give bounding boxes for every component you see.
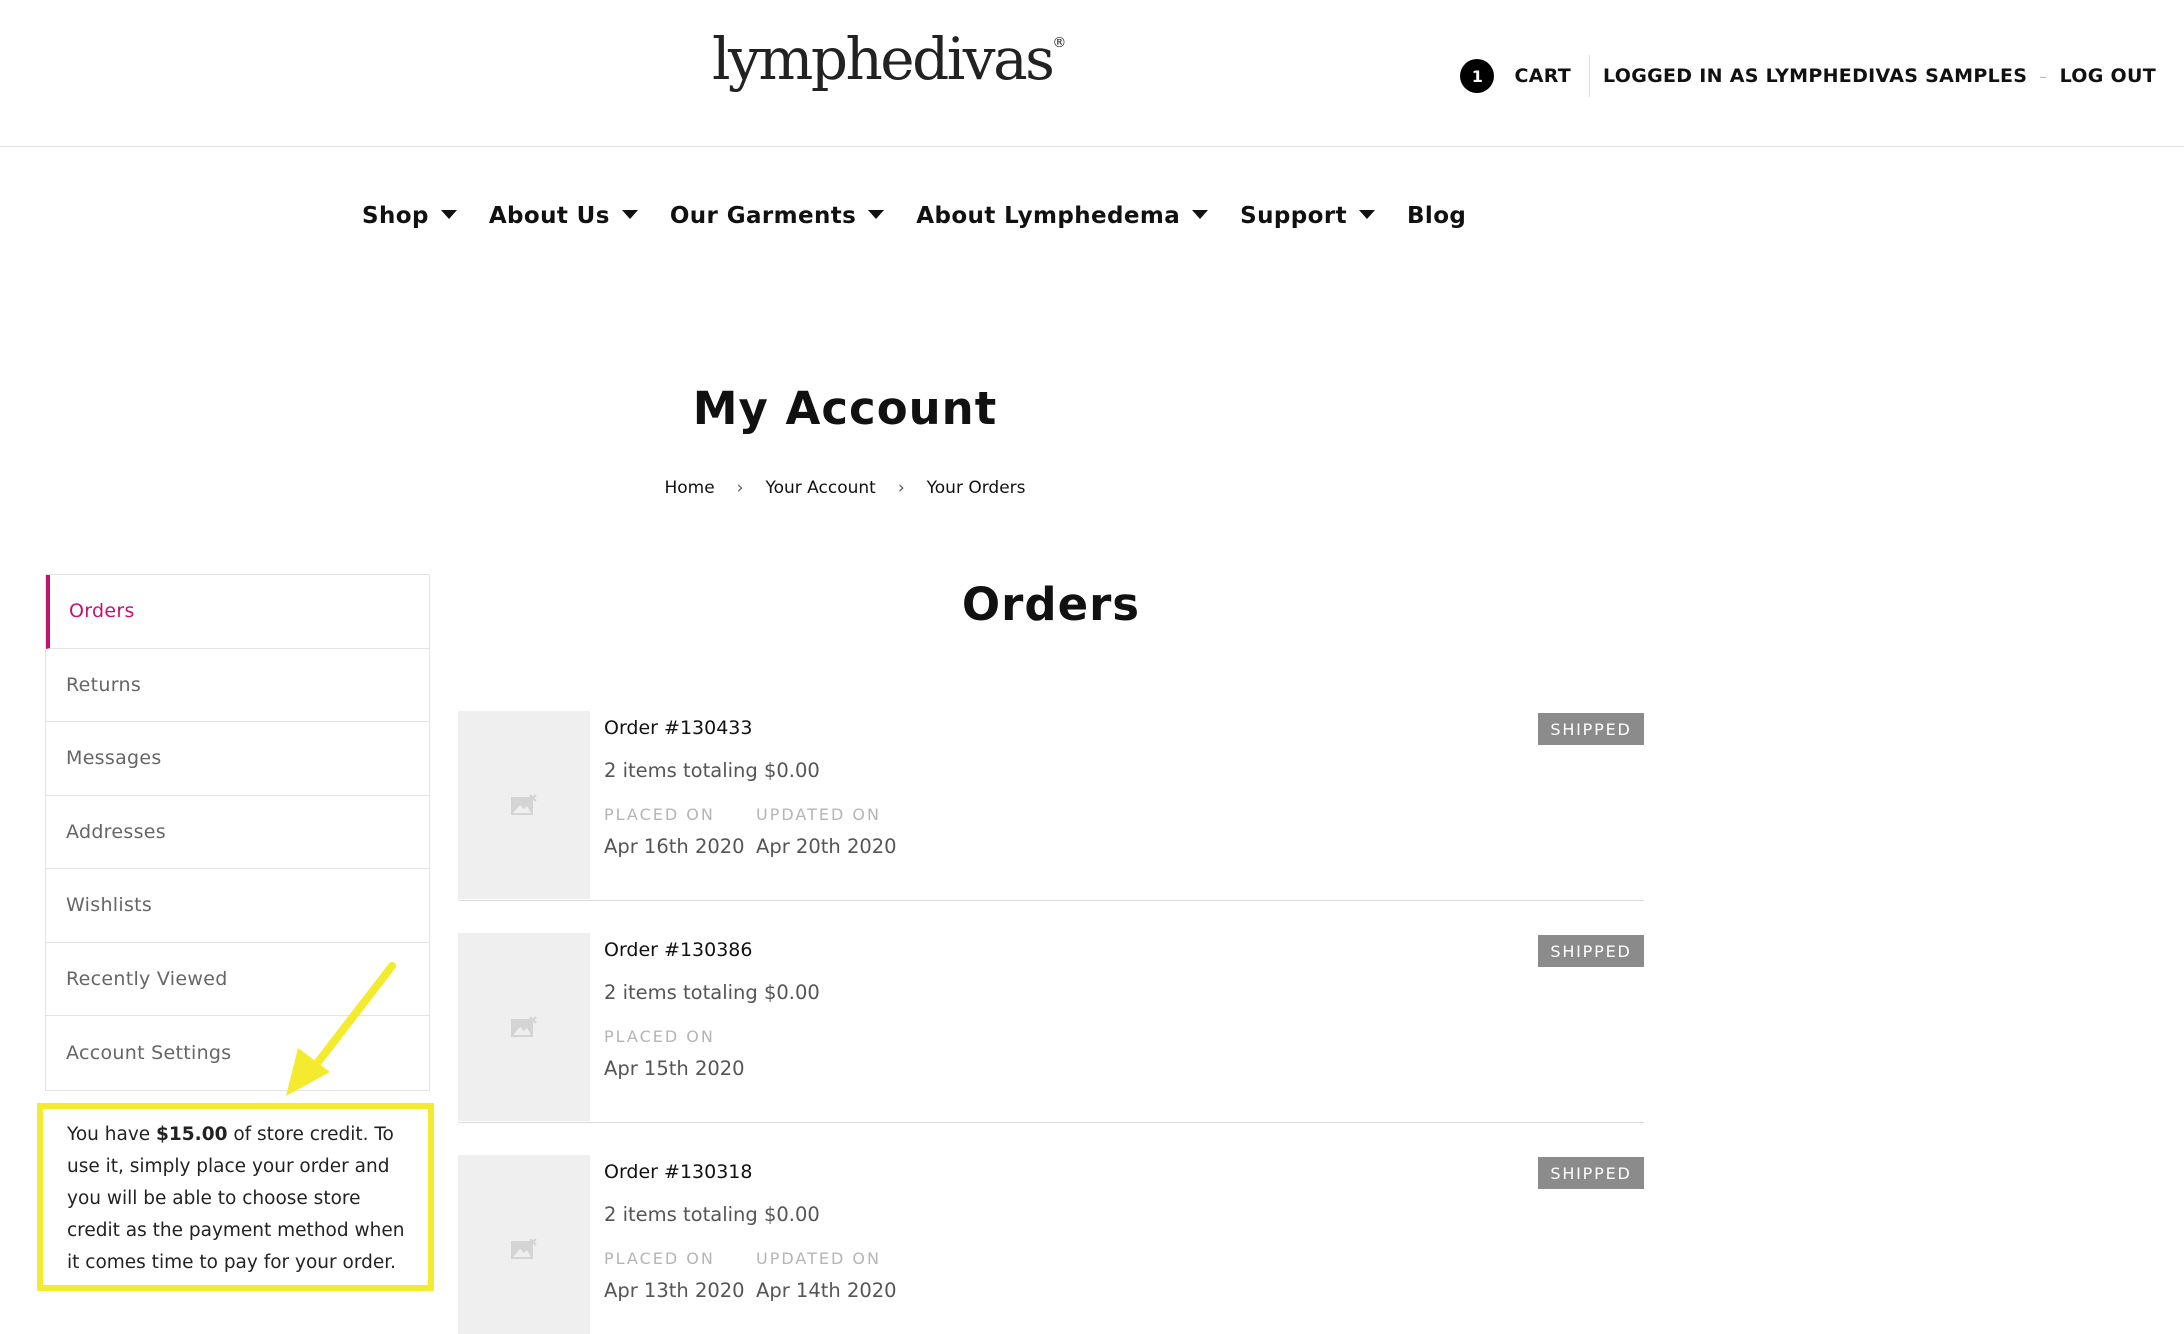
image-placeholder-icon [458, 933, 590, 1121]
logo-text: lymphedivas [712, 25, 1055, 93]
sidebar-item-returns[interactable]: Returns [46, 649, 429, 722]
main-nav: Shop About Us Our Garments About Lymphed… [362, 203, 1498, 229]
credit-text-after: of store credit. To use it, simply place… [67, 1124, 405, 1273]
account-bar: 1 CART LOGGED IN AS LYMPHEDIVAS SAMPLES … [1460, 55, 2156, 97]
nav-label: Shop [362, 203, 429, 229]
cart-count-badge[interactable]: 1 [1460, 59, 1495, 93]
order-card[interactable]: Order #130318 2 items totaling $0.00 PLA… [458, 1155, 1644, 1334]
updated-label: UPDATED ON [756, 1249, 881, 1268]
credit-text-before: You have [67, 1124, 157, 1145]
sidebar-item-addresses[interactable]: Addresses [46, 796, 429, 869]
breadcrumb-your-account[interactable]: Your Account [765, 478, 875, 498]
cart-link[interactable]: CART [1514, 65, 1571, 87]
sidebar-item-wishlists[interactable]: Wishlists [46, 869, 429, 943]
store-credit-notice: You have $15.00 of store credit. To use … [37, 1103, 434, 1291]
nav-label: Blog [1406, 203, 1467, 229]
status-badge: SHIPPED [1538, 935, 1644, 967]
chevron-right-icon: › [897, 478, 905, 498]
status-badge: SHIPPED [1538, 1157, 1644, 1189]
order-number[interactable]: Order #130318 [604, 1161, 752, 1183]
order-card[interactable]: Order #130433 2 items totaling $0.00 PLA… [458, 711, 1644, 901]
nav-item-about-lymphedema[interactable]: About Lymphedema [916, 203, 1209, 229]
nav-item-shop[interactable]: Shop [362, 203, 457, 229]
caret-down-icon [1358, 210, 1375, 219]
nav-item-support[interactable]: Support [1240, 203, 1375, 229]
placed-date: Apr 16th 2020 [604, 835, 745, 858]
nav-item-our-garments[interactable]: Our Garments [669, 203, 885, 229]
breadcrumb: Home › Your Account › Your Orders [0, 478, 1690, 498]
account-link[interactable]: LOGGED IN AS LYMPHEDIVAS SAMPLES [1603, 65, 2027, 87]
status-badge: SHIPPED [1538, 713, 1644, 745]
nav-label: Our Garments [669, 203, 857, 229]
page-title: My Account [692, 382, 998, 435]
order-summary: 2 items totaling $0.00 [604, 759, 820, 782]
caret-down-icon [440, 210, 457, 219]
divider [1589, 55, 1591, 97]
order-card[interactable]: Order #130386 2 items totaling $0.00 PLA… [458, 933, 1644, 1123]
order-summary: 2 items totaling $0.00 [604, 1203, 820, 1226]
nav-label: Support [1240, 203, 1347, 229]
image-placeholder-icon [458, 1155, 590, 1334]
updated-date: Apr 20th 2020 [756, 835, 897, 858]
caret-down-icon [621, 210, 638, 219]
sidebar-item-messages[interactable]: Messages [46, 722, 429, 796]
nav-item-about-us[interactable]: About Us [489, 203, 638, 229]
updated-date: Apr 14th 2020 [756, 1279, 897, 1302]
placed-label: PLACED ON [604, 1249, 715, 1268]
credit-amount: $15.00 [156, 1124, 228, 1145]
yellow-arrow-icon [286, 962, 396, 1096]
order-number[interactable]: Order #130433 [604, 717, 752, 739]
logo-registered-mark: ® [1052, 35, 1067, 51]
caret-down-icon [868, 210, 885, 219]
order-summary: 2 items totaling $0.00 [604, 981, 820, 1004]
breadcrumb-your-orders: Your Orders [926, 478, 1026, 498]
nav-label: About Us [488, 203, 610, 229]
placed-label: PLACED ON [604, 1027, 715, 1046]
updated-label: UPDATED ON [756, 805, 881, 824]
site-logo[interactable]: lymphedivas® [712, 30, 1066, 88]
separator: – [2039, 66, 2048, 86]
breadcrumb-home[interactable]: Home [664, 478, 714, 498]
placed-date: Apr 13th 2020 [604, 1279, 745, 1302]
nav-label: About Lymphedema [916, 203, 1181, 229]
sidebar-item-orders[interactable]: Orders [46, 575, 429, 649]
placed-label: PLACED ON [604, 805, 715, 824]
chevron-right-icon: › [736, 478, 744, 498]
placed-date: Apr 15th 2020 [604, 1057, 745, 1080]
site-header: lymphedivas® 1 CART LOGGED IN AS LYMPHED… [0, 0, 2184, 147]
image-placeholder-icon [458, 711, 590, 899]
caret-down-icon [1192, 210, 1209, 219]
logout-link[interactable]: LOG OUT [2060, 65, 2156, 87]
nav-item-blog[interactable]: Blog [1407, 203, 1466, 229]
orders-heading: Orders [961, 578, 1141, 631]
order-number[interactable]: Order #130386 [604, 939, 752, 961]
